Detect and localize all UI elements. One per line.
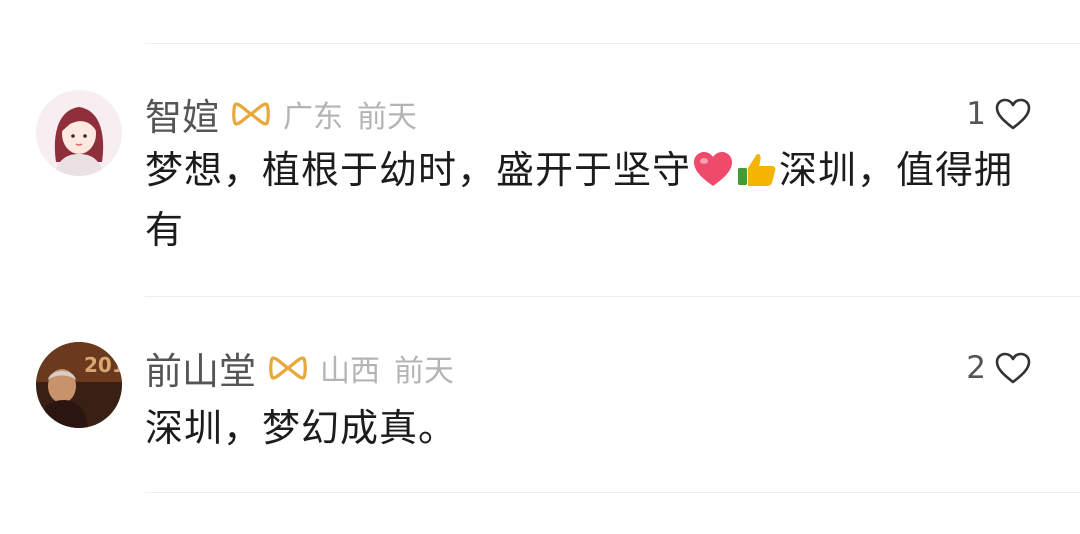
avatar-photo: 2018 [36, 342, 122, 428]
avatar[interactable] [36, 90, 122, 176]
username[interactable]: 前山堂 [145, 341, 256, 395]
avatar-illustration [36, 90, 122, 176]
comment-text: 梦想，植根于幼时，盛开于坚守 深圳，值得拥有 [145, 140, 1025, 260]
heart-outline-icon [995, 352, 1031, 384]
comment-meta: 前山堂 山西 前天 [145, 346, 454, 393]
bottom-divider [145, 492, 1080, 493]
heart-outline-icon [995, 98, 1031, 130]
comment-text-part: 深圳，梦幻成真。 [145, 406, 458, 450]
like-count: 2 [966, 350, 986, 386]
comment-divider [145, 296, 1080, 297]
badge-icon [232, 102, 270, 126]
top-divider [145, 43, 1080, 44]
heart-emoji-icon [694, 152, 733, 186]
comment-text-part: 梦想，植根于幼时，盛开于坚守 [145, 148, 692, 192]
like-count: 1 [966, 96, 986, 132]
timestamp: 前天 [357, 100, 417, 135]
location-label: 山西 [320, 354, 380, 389]
timestamp: 前天 [394, 354, 454, 389]
avatar-text: 2018 [84, 353, 122, 377]
badge-icon [269, 356, 307, 380]
like-button[interactable]: 2 [966, 346, 1032, 390]
avatar[interactable]: 2018 [36, 342, 122, 428]
username[interactable]: 智媗 [145, 87, 219, 141]
location-label: 广东 [283, 100, 343, 135]
like-button[interactable]: 1 [966, 92, 1032, 136]
thumbs-up-icon [738, 153, 776, 186]
comment-meta: 智媗 广东 前天 [145, 92, 417, 139]
comment-text: 深圳，梦幻成真。 [145, 398, 1025, 458]
